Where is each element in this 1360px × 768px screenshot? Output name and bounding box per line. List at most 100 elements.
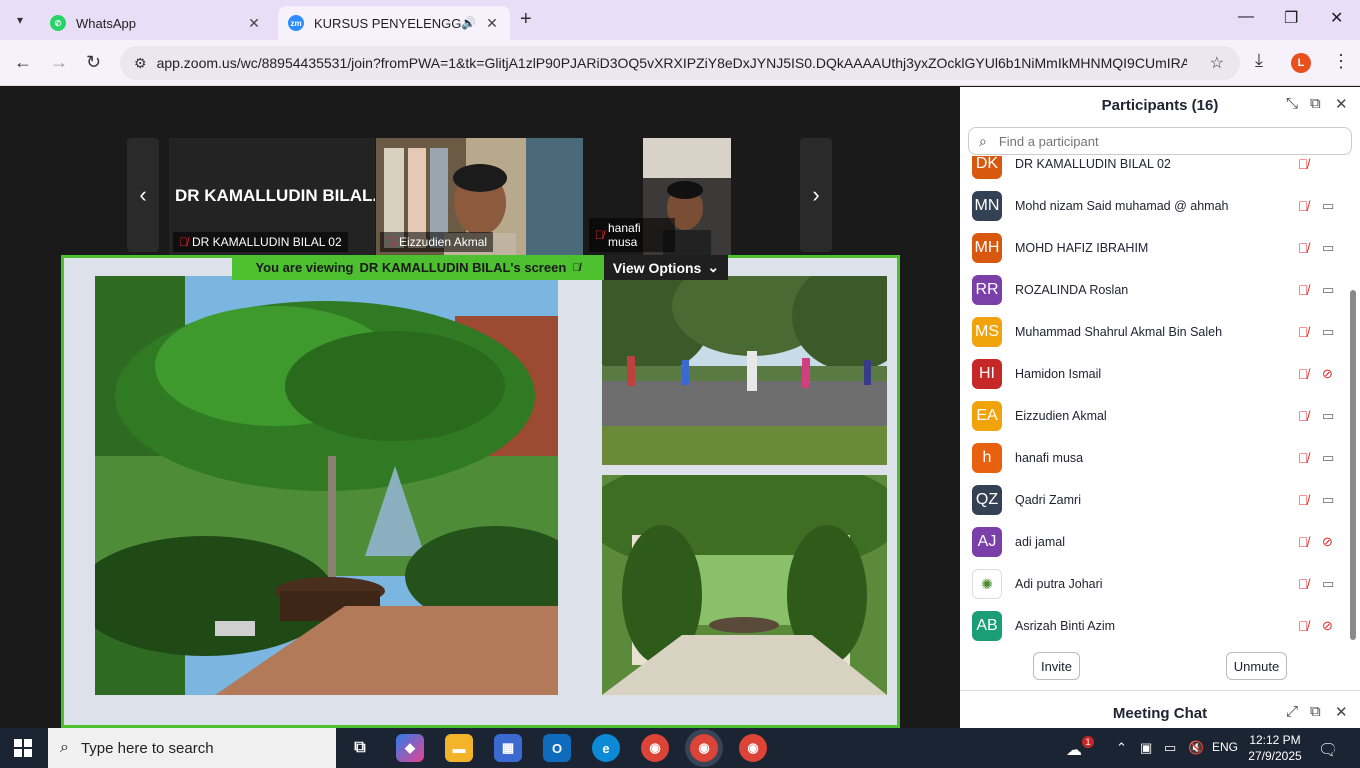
meeting-view: ‹ DR KAMALLUDIN BILAL... 🎙̸ DR KAMALLUDI… (0, 87, 960, 728)
meet-now-icon[interactable]: ▣ (1140, 740, 1152, 756)
mic-muted-icon[interactable]: 🎙̸ (1298, 450, 1309, 466)
camera-off-icon[interactable]: ⊘ (1322, 366, 1333, 382)
camera-icon[interactable]: ▭ (1322, 408, 1334, 424)
participant-row[interactable]: AJ adi jamal 🎙̸ ⊘ (960, 521, 1350, 563)
address-bar[interactable]: ⚙ app.zoom.us/wc/88954435531/join?fromPW… (120, 46, 1240, 80)
maximize-icon[interactable]: ❐ (1284, 8, 1298, 28)
mic-muted-icon[interactable]: 🎙̸ (1298, 534, 1309, 550)
view-options-button[interactable]: View Options ⌄ (604, 255, 728, 280)
bookmark-star-icon[interactable]: ☆ (1210, 53, 1224, 73)
participant-list[interactable]: DK DR KAMALLUDIN BILAL 02 🎙̸ MN Mohd nizam S… (960, 156, 1350, 648)
participant-row[interactable]: DK DR KAMALLUDIN BILAL 02 🎙̸ (960, 156, 1350, 185)
volume-muted-icon[interactable]: 🔇 (1188, 740, 1204, 756)
popout-chat-icon[interactable]: ⧉ (1310, 703, 1321, 720)
download-icon[interactable]: ⤓ (1255, 50, 1263, 71)
mic-muted-icon[interactable]: 🎙̸ (1298, 366, 1309, 382)
meeting-chat-header[interactable]: Meeting Chat ⤢ ⧉ ✕ (960, 690, 1360, 728)
browser-toolbar: ← → ↻ ⚙ app.zoom.us/wc/88954435531/join?… (0, 40, 1360, 86)
minimize-panel-icon[interactable]: ⤡ (1286, 95, 1298, 112)
expand-chat-icon[interactable]: ⤢ (1286, 703, 1298, 720)
tab-zoom-meeting[interactable]: zm KURSUS PENYELENGGARAAN 🔊 ✕ (278, 6, 510, 40)
participant-row[interactable]: EA Eizzudien Akmal 🎙̸ ▭ (960, 395, 1350, 437)
participant-avatar: AB (972, 611, 1002, 641)
browser-menu-icon[interactable]: ⋮ (1332, 51, 1350, 72)
participant-row[interactable]: AB Asrizah Binti Azim 🎙̸ ⊘ (960, 605, 1350, 647)
participant-row[interactable]: RR ROZALINDA Roslan 🎙̸ ▭ (960, 269, 1350, 311)
chrome-icon[interactable]: ◉ (641, 734, 669, 762)
chrome-profile-l-icon[interactable]: ◉ (690, 734, 718, 762)
video-tile[interactable]: DR KAMALLUDIN BILAL... 🎙̸ DR KAMALLUDIN … (169, 138, 375, 256)
mic-muted-icon[interactable]: 🎙̸ (1298, 408, 1309, 424)
mic-muted-icon[interactable]: 🎙̸ (1298, 282, 1309, 298)
camera-icon[interactable]: ▭ (1322, 450, 1334, 466)
close-panel-icon[interactable]: ✕ (1335, 95, 1348, 113)
mic-muted-icon[interactable]: 🎙̸ (1298, 618, 1309, 634)
camera-icon[interactable]: ▭ (1322, 282, 1334, 298)
participant-name: Mohd nizam Said muhamad @ ahmah (1015, 199, 1229, 213)
camera-icon[interactable]: ▭ (1322, 240, 1334, 256)
next-page-icon[interactable]: › (800, 138, 832, 252)
taskbar-search[interactable]: ⌕ Type here to search (48, 728, 336, 768)
participant-name: DR KAMALLUDIN BILAL 02 (1015, 157, 1171, 171)
participant-row[interactable]: h hanafi musa 🎙̸ ▭ (960, 437, 1350, 479)
url-text[interactable]: app.zoom.us/wc/88954435531/join?fromPWA=… (157, 55, 1187, 71)
weather-icon[interactable]: ☁ (1066, 740, 1082, 760)
clock[interactable]: 12:12 PM 27/9/2025 (1240, 732, 1310, 764)
profile-avatar[interactable]: L (1291, 53, 1311, 73)
file-explorer-icon[interactable]: ▬ (445, 734, 473, 762)
close-window-icon[interactable]: ✕ (1330, 8, 1343, 28)
edge-icon[interactable]: e (592, 734, 620, 762)
mic-muted-icon[interactable]: 🎙̸ (1298, 156, 1309, 172)
mic-muted-icon[interactable]: 🎙̸ (1298, 576, 1309, 592)
reload-icon[interactable]: ↻ (86, 52, 101, 73)
prev-page-icon[interactable]: ‹ (127, 138, 159, 252)
windows-start-icon[interactable] (14, 739, 32, 757)
close-tab-icon[interactable]: ✕ (484, 15, 500, 32)
network-icon[interactable]: ▭ (1164, 740, 1176, 756)
invite-button[interactable]: Invite (1033, 652, 1080, 680)
camera-off-icon[interactable]: ⊘ (1322, 618, 1333, 634)
camera-icon[interactable]: ▭ (1322, 576, 1334, 592)
camera-icon[interactable]: ▭ (1322, 324, 1334, 340)
mic-muted-icon[interactable]: 🎙̸ (1298, 324, 1309, 340)
participant-row[interactable]: HI Hamidon Ismail 🎙̸ ⊘ (960, 353, 1350, 395)
participant-row[interactable]: MN Mohd nizam Said muhamad @ ahmah 🎙̸ ▭ (960, 185, 1350, 227)
new-tab-button[interactable]: + (520, 8, 532, 31)
close-chat-icon[interactable]: ✕ (1335, 703, 1348, 721)
speaker-icon[interactable]: 🔊 (461, 16, 476, 30)
forward-icon[interactable]: → (50, 52, 68, 73)
participant-row[interactable]: ✺ Adi putra Johari 🎙̸ ▭ (960, 563, 1350, 605)
copilot-icon[interactable]: ◆ (396, 734, 424, 762)
camera-off-icon[interactable]: ⊘ (1322, 534, 1333, 550)
participant-row[interactable]: MS Muhammad Shahrul Akmal Bin Saleh 🎙̸ ▭ (960, 311, 1350, 353)
participants-panel: Participants (16) ⤡ ⧉ ✕ ⌕ DK DR KAMALLUDI… (960, 87, 1360, 728)
store-icon[interactable]: ▦ (494, 734, 522, 762)
task-view-icon[interactable]: ⧉ (346, 734, 374, 762)
tab-whatsapp[interactable]: ✆ WhatsApp ✕ (40, 6, 272, 40)
participants-scrollbar[interactable] (1350, 290, 1356, 640)
shared-screen[interactable] (61, 255, 900, 728)
show-hidden-icons[interactable]: ⌃ (1116, 740, 1127, 756)
video-tile[interactable]: 🎙̸ Eizzudien Akmal (376, 138, 583, 256)
mic-muted-icon[interactable]: 🎙̸ (1298, 198, 1309, 214)
camera-icon[interactable]: ▭ (1322, 198, 1334, 214)
mic-muted-icon[interactable]: 🎙̸ (1298, 240, 1309, 256)
popout-icon[interactable]: ⧉ (1310, 95, 1321, 112)
back-icon[interactable]: ← (14, 52, 32, 73)
tab-search-button[interactable]: ▾ (8, 8, 32, 32)
participant-name: Adi putra Johari (1015, 577, 1103, 591)
camera-icon[interactable]: ▭ (1322, 492, 1334, 508)
chrome-profile-i-icon[interactable]: ◉ (739, 734, 767, 762)
mic-muted-icon[interactable]: 🎙̸ (1298, 492, 1309, 508)
participant-search-input[interactable] (998, 133, 1329, 149)
close-tab-icon[interactable]: ✕ (246, 15, 262, 32)
unmute-button[interactable]: Unmute (1226, 652, 1287, 680)
participant-search[interactable]: ⌕ (968, 127, 1352, 155)
tile-name-tag: 🎙̸ Eizzudien Akmal (380, 232, 494, 252)
participant-row[interactable]: MH MOHD HAFIZ IBRAHIM 🎙̸ ▭ (960, 227, 1350, 269)
outlook-icon[interactable]: O (543, 734, 571, 762)
participant-row[interactable]: QZ Qadri Zamri 🎙̸ ▭ (960, 479, 1350, 521)
minimize-icon[interactable]: — (1238, 8, 1254, 26)
language-indicator[interactable]: ENG (1212, 740, 1238, 754)
site-info-icon[interactable]: ⚙ (134, 55, 147, 72)
